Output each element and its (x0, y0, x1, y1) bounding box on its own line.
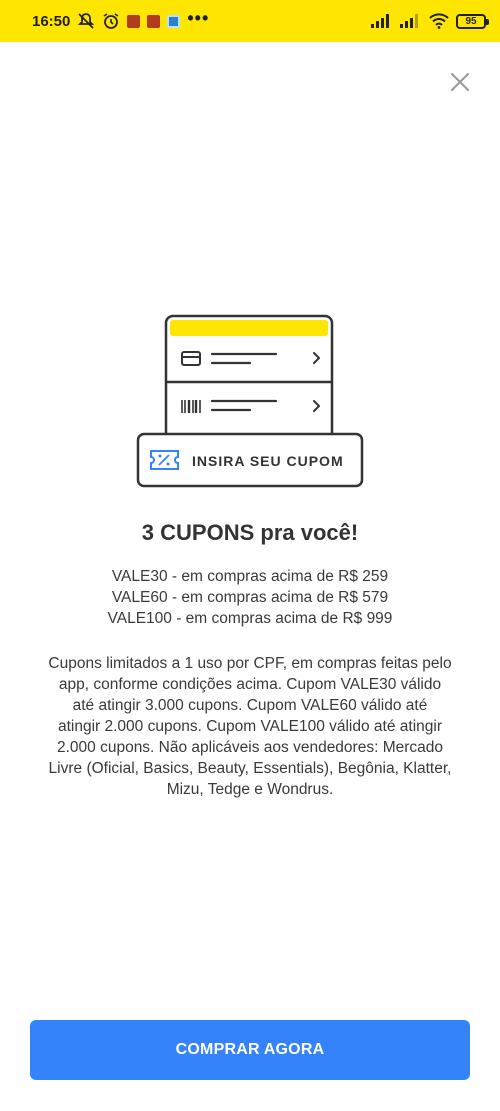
terms-line: Mizu, Tedge e Wondrus. (166, 781, 334, 798)
app-notification-icon (127, 14, 141, 28)
status-left: 16:50 ••• (32, 8, 210, 30)
status-time: 16:50 (32, 12, 71, 30)
coupon-illustration: INSIRA SEU CUPOM (132, 312, 368, 496)
terms-line: atingir 2.000 cupons. Cupom VALE100 váli… (57, 718, 442, 735)
terms-line: 2.000 cupons. Não aplicáveis aos vendedo… (56, 739, 444, 756)
coupon-list: VALE30 - em compras acima de R$ 259 VALE… (0, 566, 500, 629)
close-icon (451, 73, 469, 91)
notifications-off-icon (77, 12, 95, 30)
terms-line: Livre (Oficial, Basics, Beauty, Essentia… (48, 760, 452, 777)
wifi-icon (429, 13, 449, 29)
terms-line: app, conforme condições acima. Cupom VAL… (58, 676, 442, 693)
terms-text: Cupons limitados a 1 uso por CPF, em com… (26, 653, 474, 800)
terms-line: até atingir 3.000 cupons. Cupom VALE60 v… (72, 697, 428, 714)
app-notification-icon-2 (147, 14, 161, 28)
status-bar: 16:50 ••• 95 (0, 0, 500, 42)
page-title: 3 CUPONS pra você! (141, 520, 359, 545)
coupon-item: VALE60 - em compras acima de R$ 579 (111, 589, 389, 606)
coupon-item: VALE100 - em compras acima de R$ 999 (107, 610, 393, 627)
buy-now-button[interactable]: COMPRAR AGORA (30, 1020, 470, 1080)
coupon-label: INSIRA SEU CUPOM (192, 453, 344, 469)
terms-line: Cupons limitados a 1 uso por CPF, em com… (48, 655, 452, 672)
battery-icon: 95 (456, 13, 489, 29)
alarm-icon (102, 12, 120, 30)
app-notification-icon-3 (167, 14, 181, 28)
close-button[interactable] (444, 66, 476, 98)
coupon-item: VALE30 - em compras acima de R$ 259 (111, 568, 389, 585)
signal-icon-2 (400, 14, 422, 28)
more-notifications-icon: ••• (187, 8, 210, 28)
status-right: 95 (371, 13, 489, 29)
signal-icon (371, 14, 393, 28)
